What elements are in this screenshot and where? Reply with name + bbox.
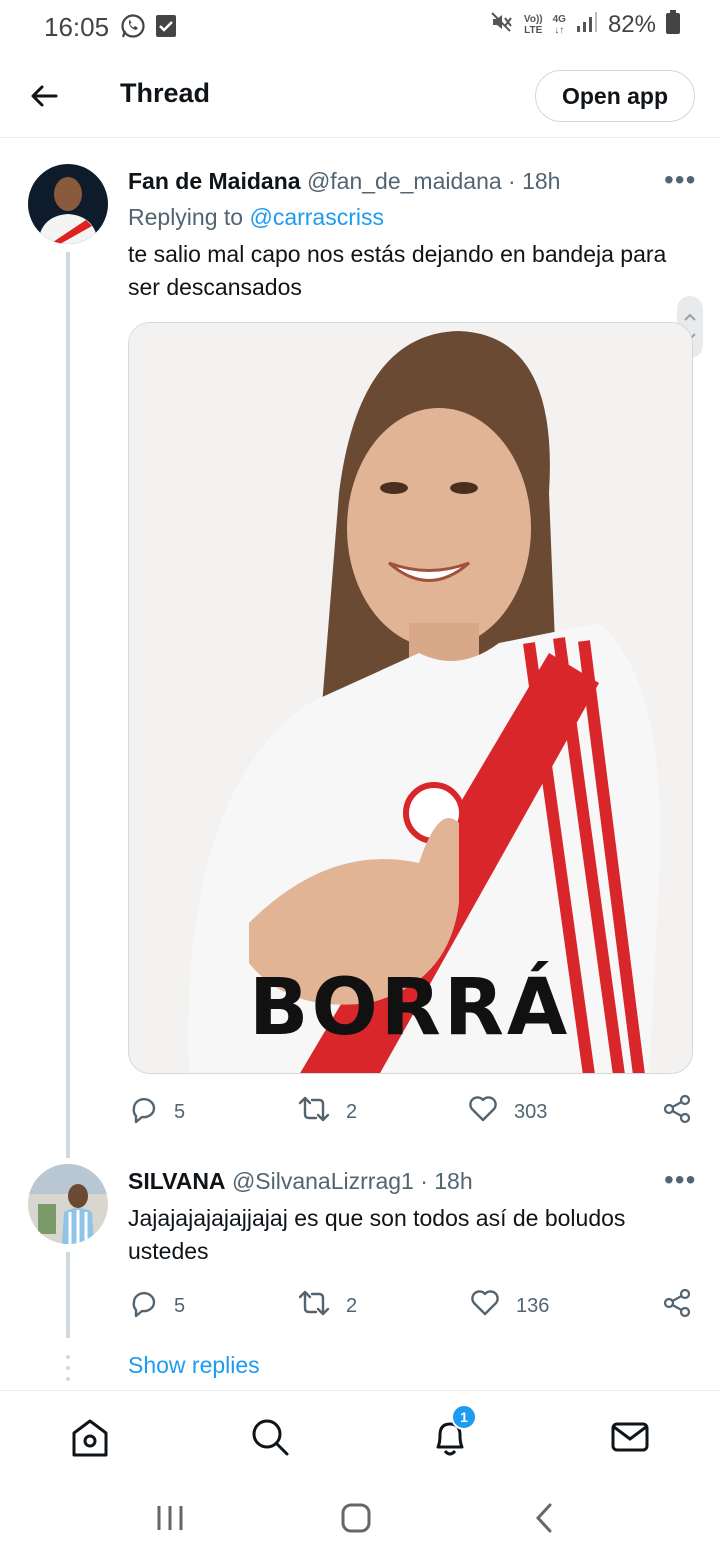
lte-label: LTE	[524, 24, 543, 36]
thread-dots	[66, 1354, 70, 1382]
like-count: 136	[516, 1294, 550, 1317]
home-icon[interactable]	[68, 1415, 112, 1459]
share-icon	[662, 1094, 692, 1130]
whatsapp-icon	[120, 13, 146, 44]
tweet-text: te salio mal capo nos estás dejando en b…	[128, 241, 667, 300]
tweet-header: SILVANA @SilvanaLizrrag1 · 18h	[128, 1168, 473, 1195]
reply-count: 5	[174, 1100, 186, 1123]
tweet-actions: 5 2 303	[128, 1094, 698, 1134]
display-name[interactable]: Fan de Maidana	[128, 168, 301, 194]
mention-link[interactable]: @carrascriss	[249, 204, 384, 230]
reply-icon	[128, 1094, 158, 1130]
data-arrows-icon: ↓↑	[554, 24, 565, 36]
back-arrow-icon[interactable]	[26, 78, 62, 114]
bottom-navigation	[0, 1390, 720, 1482]
volte-label: Vo))	[523, 13, 543, 25]
volte-indicator: Vo)) LTE	[524, 14, 543, 36]
thread-line	[66, 252, 70, 1158]
system-navigation-bar	[0, 1482, 720, 1560]
like-count: 303	[514, 1100, 548, 1123]
battery-icon	[666, 10, 680, 39]
thread-line	[66, 1252, 70, 1338]
signal-icon	[576, 11, 598, 38]
messages-envelope-icon[interactable]	[608, 1415, 652, 1459]
tweet-actions: 5 2 136	[128, 1288, 698, 1328]
checkbox-notification-icon	[155, 14, 177, 43]
handle[interactable]: @fan_de_maidana	[307, 168, 502, 194]
page-title: Thread	[120, 78, 211, 108]
avatar[interactable]	[28, 1164, 108, 1244]
search-icon[interactable]	[248, 1415, 292, 1459]
timestamp[interactable]: · 18h	[508, 168, 560, 194]
battery-percent: 82%	[607, 10, 656, 38]
replying-to: Replying to @carrascriss	[128, 204, 384, 231]
like-action[interactable]: 136	[470, 1288, 549, 1324]
reply-action[interactable]: 5	[128, 1288, 185, 1324]
retweet-count: 2	[346, 1294, 358, 1317]
handle[interactable]: @SilvanaLizrrag1	[232, 1168, 414, 1194]
heart-icon	[470, 1288, 500, 1324]
tweet-header: Fan de Maidana @fan_de_maidana · 18h	[128, 168, 560, 195]
reply-action[interactable]: 5	[128, 1094, 185, 1130]
display-name[interactable]: SILVANA	[128, 1168, 226, 1194]
tweet-text: Jajajajajajajjajaj es que son todos así …	[128, 1205, 626, 1264]
data-type-label: 4G	[552, 13, 566, 25]
status-time: 16:05	[44, 12, 110, 42]
timestamp[interactable]: · 18h	[420, 1168, 472, 1194]
retweet-action[interactable]: 2	[298, 1094, 357, 1130]
mute-icon	[490, 10, 514, 39]
reply-count: 5	[174, 1294, 186, 1317]
top-bar: Thread Open app	[0, 54, 720, 138]
avatar[interactable]	[28, 164, 108, 244]
media-caption: BORRÁ	[249, 963, 571, 1053]
system-back-icon[interactable]	[532, 1502, 556, 1539]
home-button-icon[interactable]	[340, 1502, 372, 1539]
notification-badge: 1	[451, 1404, 477, 1430]
retweet-icon	[298, 1288, 330, 1324]
replying-prefix: Replying to	[128, 204, 244, 230]
share-action[interactable]	[662, 1288, 692, 1324]
reply-icon	[128, 1288, 158, 1324]
like-action[interactable]: 303	[468, 1094, 547, 1130]
open-app-button[interactable]: Open app	[535, 70, 695, 122]
retweet-icon	[298, 1094, 330, 1130]
show-replies-link[interactable]: Show replies	[128, 1352, 260, 1379]
share-icon	[662, 1288, 692, 1324]
retweet-action[interactable]: 2	[298, 1288, 357, 1324]
data-indicator: 4G ↓↑	[553, 14, 566, 36]
more-options-icon[interactable]: •••	[664, 1164, 696, 1196]
share-action[interactable]	[662, 1094, 692, 1130]
status-bar: 16:05 Vo)) LTE 4G ↓↑ 82%	[0, 0, 720, 54]
heart-icon	[468, 1094, 498, 1130]
more-options-icon[interactable]: •••	[664, 164, 696, 196]
tweet-media-image[interactable]: BORRÁ	[128, 322, 693, 1074]
retweet-count: 2	[346, 1100, 358, 1123]
recent-apps-icon[interactable]	[156, 1504, 184, 1537]
